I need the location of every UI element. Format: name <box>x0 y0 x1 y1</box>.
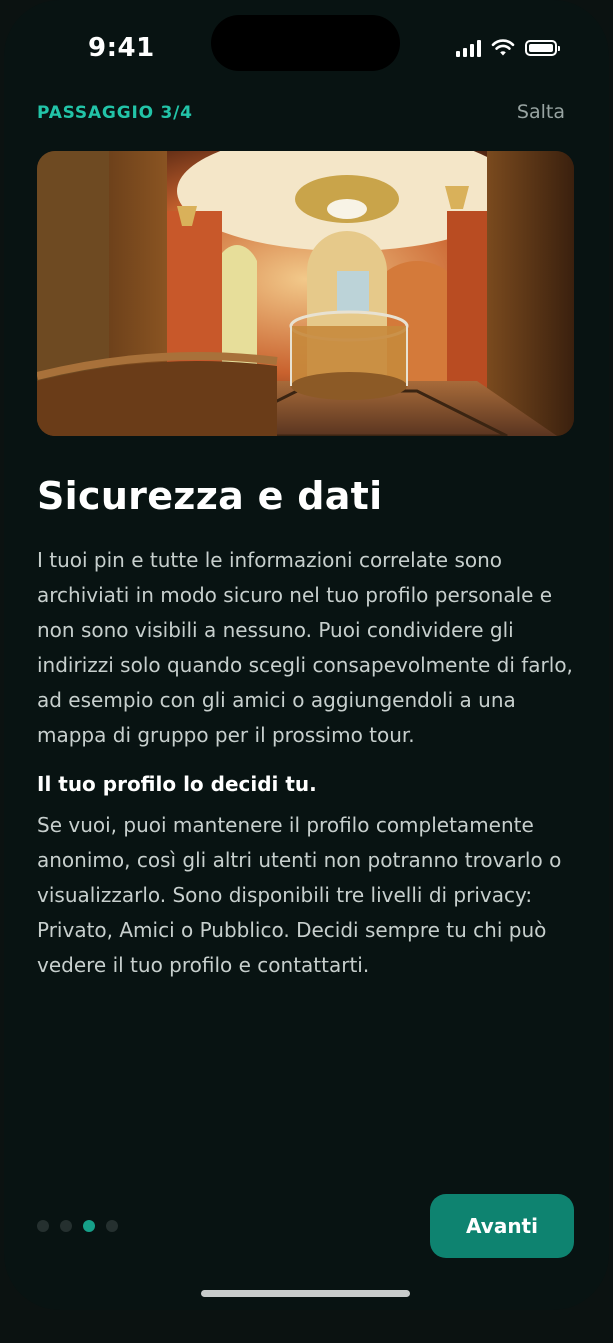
privacy-subheading: Il tuo profilo lo decidi tu. <box>37 772 317 796</box>
step-indicator: PASSAGGIO 3/4 <box>37 103 193 123</box>
battery-icon <box>525 40 560 56</box>
status-icons <box>456 36 560 60</box>
hero-image <box>37 151 574 436</box>
wifi-icon <box>491 39 515 56</box>
signal-icon <box>456 39 481 57</box>
skip-button[interactable]: Salta <box>517 101 565 123</box>
dynamic-island <box>211 15 400 71</box>
status-time: 9:41 <box>88 33 155 63</box>
intro-paragraph: I tuoi pin e tutte le informazioni corre… <box>37 548 573 747</box>
page-dot-3-active <box>83 1220 95 1232</box>
page-dot-2 <box>60 1220 72 1232</box>
page-dot-1 <box>37 1220 49 1232</box>
page-dot-4 <box>106 1220 118 1232</box>
page-indicator <box>37 1220 118 1232</box>
next-button[interactable]: Avanti <box>430 1194 574 1258</box>
status-bar: 9:41 <box>4 0 609 90</box>
page-title: Sicurezza e dati <box>37 474 383 518</box>
home-indicator[interactable] <box>201 1290 410 1297</box>
privacy-paragraph: Se vuoi, puoi mantenere il profilo compl… <box>37 813 562 977</box>
phone-screen: 9:41 PASSAGGIO 3/4 Salta Sicurezza e dat… <box>4 0 609 1310</box>
